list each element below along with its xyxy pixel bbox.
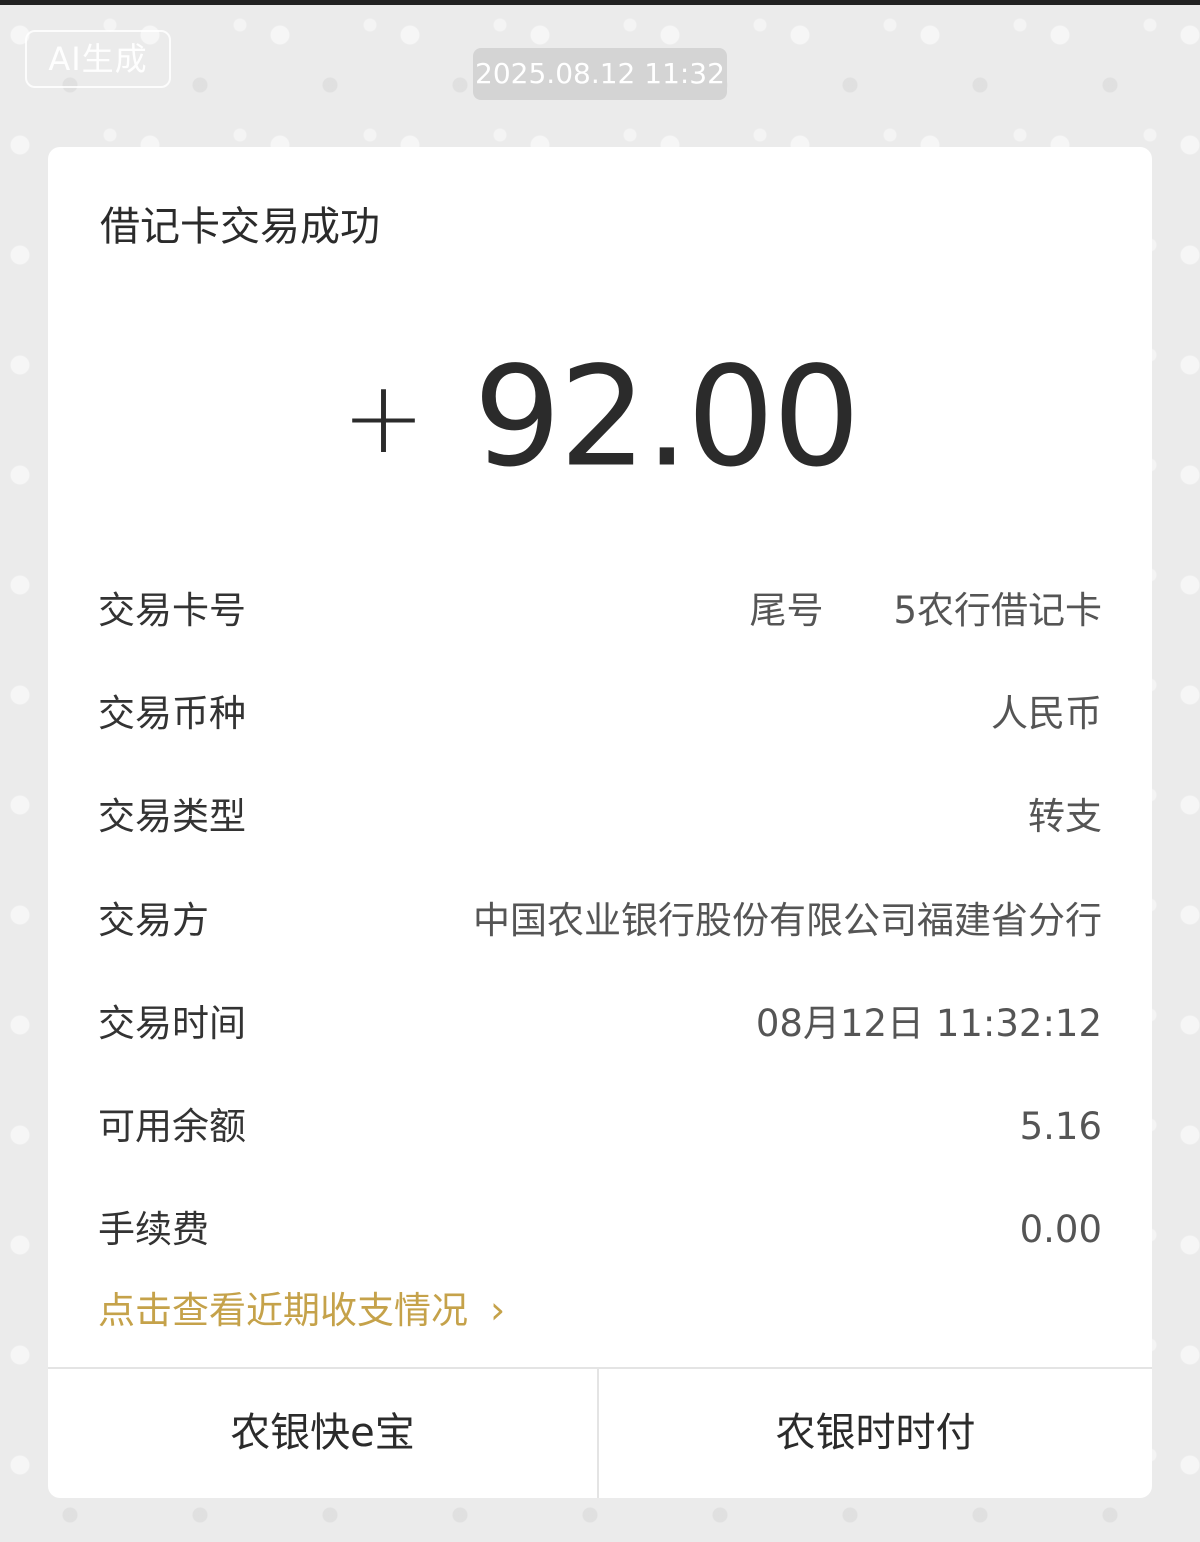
chevron-right-icon: › [490, 1288, 506, 1332]
row-label: 交易时间 [98, 1002, 246, 1045]
card-number-suffix: 5农行借记卡 [893, 589, 1102, 632]
row-label: 可用余额 [98, 1105, 246, 1148]
row-transaction-time: 交易时间 08月12日 11:32:12 [98, 994, 1102, 1054]
amount-sign: + [341, 358, 426, 476]
ai-generated-badge: AI生成 [25, 30, 171, 88]
row-value: 0.00 [1019, 1208, 1102, 1251]
row-value: 转支 [1028, 795, 1102, 838]
transaction-amount: +92.00 [48, 347, 1152, 488]
row-label: 交易类型 [98, 795, 246, 838]
instant-pay-button[interactable]: 农银时时付 [600, 1369, 1151, 1498]
amount-value: 92.00 [473, 336, 860, 498]
link-label: 点击查看近期收支情况 [98, 1289, 468, 1332]
row-currency: 交易币种 人民币 [98, 684, 1102, 744]
row-value: 08月12日 11:32:12 [755, 1002, 1102, 1045]
message-timestamp: 2025.08.12 11:32 [473, 48, 727, 100]
row-fee: 手续费 0.00 [98, 1200, 1102, 1260]
action-bar: 农银快e宝 农银时时付 [48, 1367, 1152, 1498]
row-value: 尾号 5农行借记卡 [749, 581, 1102, 641]
row-label: 交易卡号 [98, 589, 246, 632]
row-value: 5.16 [1019, 1105, 1102, 1148]
row-value: 中国农业银行股份有限公司福建省分行 [473, 899, 1102, 942]
card-title: 借记卡交易成功 [100, 204, 380, 250]
quick-e-treasure-button[interactable]: 农银快e宝 [48, 1369, 599, 1498]
row-value: 人民币 [991, 692, 1102, 735]
row-label: 交易币种 [98, 692, 246, 735]
row-label: 手续费 [98, 1208, 209, 1251]
transaction-card[interactable]: 借记卡交易成功 +92.00 交易卡号 尾号 5农行借记卡 交易币种 人民币 交易… [48, 147, 1152, 1498]
masked-card-digits [823, 592, 894, 633]
card-number-prefix: 尾号 [749, 589, 824, 632]
row-counterparty: 交易方 中国农业银行股份有限公司福建省分行 [98, 891, 1102, 951]
row-available-balance: 可用余额 5.16 [98, 1097, 1102, 1157]
recent-transactions-link[interactable]: 点击查看近期收支情况 › [98, 1280, 505, 1341]
row-transaction-type: 交易类型 转支 [98, 787, 1102, 847]
row-card-number: 交易卡号 尾号 5农行借记卡 [98, 581, 1102, 641]
row-label: 交易方 [98, 899, 209, 942]
